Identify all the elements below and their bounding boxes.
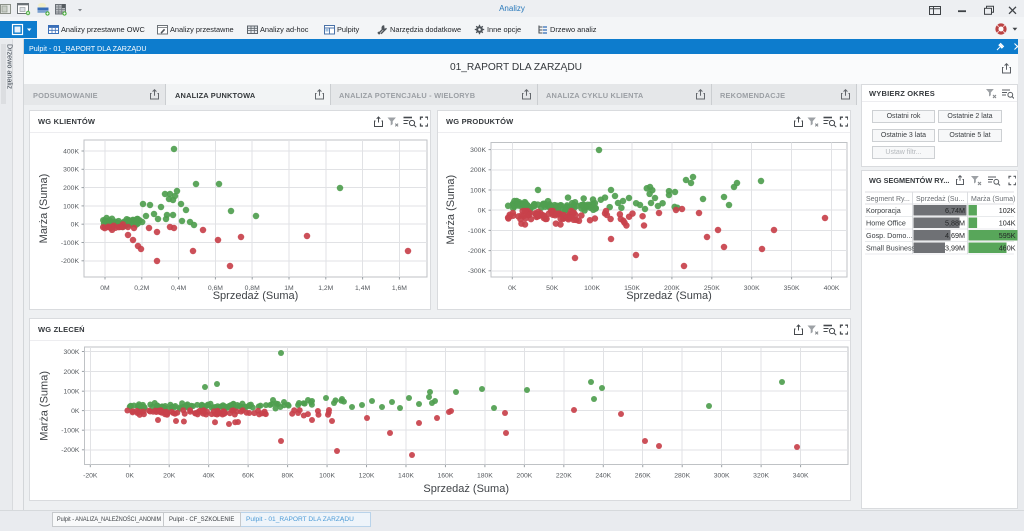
svg-text:100K: 100K (63, 203, 79, 210)
svg-text:0K: 0K (508, 285, 517, 292)
svg-text:200K: 200K (63, 185, 79, 192)
svg-text:0K: 0K (71, 408, 80, 415)
svg-text:260K: 260K (635, 473, 651, 480)
svg-text:0M: 0M (100, 285, 110, 292)
svg-text:20K: 20K (163, 473, 176, 480)
svg-text:Segment Ry...: Segment Ry... (866, 196, 910, 203)
svg-text:100K: 100K (319, 473, 335, 480)
svg-text:0,4M: 0,4M (171, 285, 186, 292)
svg-text:200K: 200K (64, 369, 80, 376)
svg-text:100K: 100K (64, 389, 80, 396)
svg-text:0K: 0K (478, 208, 487, 215)
svg-text:1,6M: 1,6M (392, 285, 407, 292)
svg-text:320K: 320K (753, 473, 769, 480)
svg-text:300K: 300K (470, 147, 486, 154)
svg-text:280K: 280K (674, 473, 690, 480)
svg-text:Marża (Suma): Marża (Suma) (971, 196, 1015, 203)
svg-text:Sprzedaż (Suma): Sprzedaż (Suma) (213, 290, 299, 302)
svg-text:-100K: -100K (61, 428, 80, 435)
svg-text:200K: 200K (516, 473, 532, 480)
svg-text:Small Business: Small Business (866, 244, 916, 253)
svg-text:-200K: -200K (61, 258, 80, 265)
svg-text:Home Office: Home Office (866, 219, 906, 228)
svg-text:-100K: -100K (61, 240, 80, 247)
svg-text:1,2M: 1,2M (318, 285, 333, 292)
svg-text:120K: 120K (359, 473, 375, 480)
svg-text:300K: 300K (714, 473, 730, 480)
svg-text:300K: 300K (63, 167, 79, 174)
svg-text:-100K: -100K (468, 228, 487, 235)
svg-text:100K: 100K (584, 285, 600, 292)
svg-text:Sprzedaż (Suma): Sprzedaż (Suma) (423, 483, 509, 495)
svg-text:-200K: -200K (468, 248, 487, 255)
svg-text:0,2M: 0,2M (134, 285, 149, 292)
svg-text:Marża (Suma): Marża (Suma) (38, 371, 50, 441)
svg-text:5,88M: 5,88M (945, 219, 965, 228)
svg-text:300K: 300K (64, 349, 80, 356)
svg-text:6,74M: 6,74M (945, 206, 965, 215)
svg-text:340K: 340K (793, 473, 809, 480)
svg-text:102K: 102K (999, 206, 1016, 215)
svg-text:400K: 400K (63, 148, 79, 155)
svg-text:-200K: -200K (61, 447, 80, 454)
svg-text:400K: 400K (824, 285, 840, 292)
svg-text:1,4M: 1,4M (355, 285, 370, 292)
svg-text:140K: 140K (398, 473, 414, 480)
svg-text:160K: 160K (438, 473, 454, 480)
svg-text:0K: 0K (126, 473, 135, 480)
svg-text:60K: 60K (242, 473, 255, 480)
svg-text:460K: 460K (999, 244, 1016, 253)
svg-text:Sprzedaż (Su...: Sprzedaż (Su... (916, 196, 964, 203)
svg-text:-20K: -20K (83, 473, 98, 480)
svg-text:100K: 100K (470, 187, 486, 194)
svg-text:104K: 104K (999, 219, 1016, 228)
svg-text:Gosp. Domo...: Gosp. Domo... (866, 231, 912, 240)
svg-text:0K: 0K (71, 222, 80, 229)
svg-text:Marża (Suma): Marża (Suma) (445, 175, 457, 245)
svg-text:40K: 40K (203, 473, 216, 480)
svg-text:595K: 595K (999, 231, 1016, 240)
svg-text:80K: 80K (282, 473, 295, 480)
svg-text:Korporacja: Korporacja (866, 206, 901, 215)
svg-text:3,99M: 3,99M (945, 244, 965, 253)
svg-text:200K: 200K (470, 167, 486, 174)
svg-text:Marża (Suma): Marża (Suma) (38, 174, 50, 244)
svg-text:220K: 220K (556, 473, 572, 480)
svg-text:300K: 300K (744, 285, 760, 292)
svg-text:240K: 240K (595, 473, 611, 480)
svg-text:180K: 180K (477, 473, 493, 480)
svg-text:350K: 350K (784, 285, 800, 292)
svg-text:Sprzedaż (Suma): Sprzedaż (Suma) (626, 290, 712, 302)
svg-text:-300K: -300K (468, 268, 487, 275)
svg-text:50K: 50K (546, 285, 559, 292)
svg-text:4,69M: 4,69M (945, 231, 965, 240)
